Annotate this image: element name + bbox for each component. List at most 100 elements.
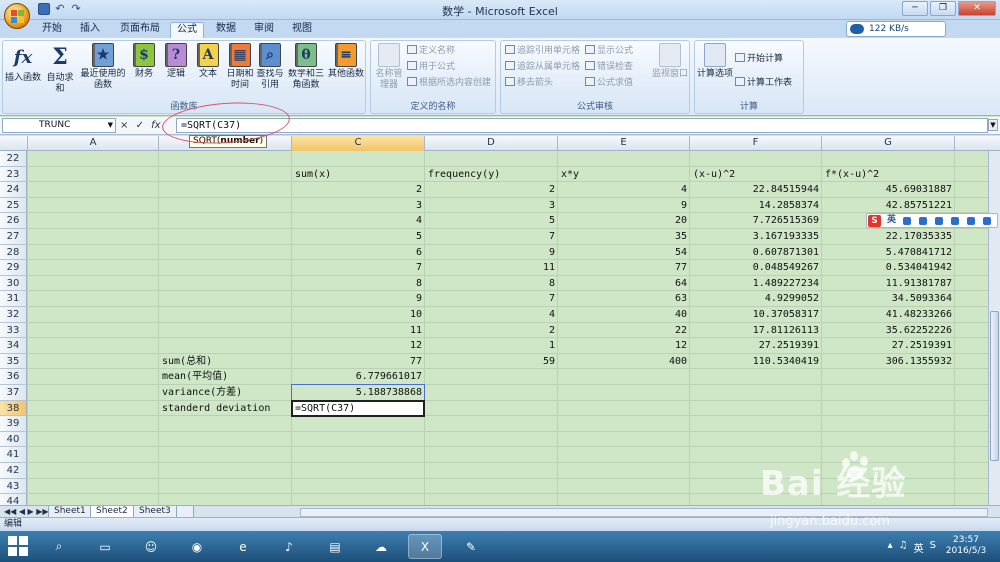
header-cell-g[interactable]: f*(x-u)^2 (822, 167, 955, 182)
network-speed-widget[interactable]: 122 KB/s (846, 21, 946, 37)
autosum-button[interactable]: Σ 自动求和 (43, 43, 77, 95)
data-cell-f26[interactable]: 7.726515369 (690, 213, 822, 228)
remove-arrows-item[interactable]: 移去箭头 (505, 77, 553, 89)
tray-network-icon[interactable]: ▴ (888, 540, 893, 555)
financial-button[interactable]: $ 财务 (129, 43, 159, 80)
data-cell-c25[interactable]: 3 (292, 198, 425, 213)
data-cell-c29[interactable]: 7 (292, 260, 425, 275)
data-cell-d27[interactable]: 7 (425, 229, 558, 244)
column-header-a[interactable]: A (28, 136, 159, 151)
data-cell-c31[interactable]: 9 (292, 291, 425, 306)
data-cell-e35[interactable]: 400 (558, 354, 690, 369)
data-cell-d25[interactable]: 3 (425, 198, 558, 213)
column-header-g[interactable]: G (822, 136, 955, 151)
tab-home[interactable]: 开始 (36, 22, 68, 38)
data-cell-f31[interactable]: 4.9299052 (690, 291, 822, 306)
watch-window-button[interactable]: 监视窗口 (651, 43, 689, 80)
name-box[interactable]: TRUNC ▼ (2, 118, 116, 133)
data-cell-e25[interactable]: 9 (558, 198, 690, 213)
data-cell-c30[interactable]: 8 (292, 276, 425, 291)
tray-volume-icon[interactable]: ♫ (899, 540, 908, 555)
data-cell-g29[interactable]: 0.534041942 (822, 260, 955, 275)
data-cell-d31[interactable]: 7 (425, 291, 558, 306)
chevron-down-icon[interactable]: ▼ (108, 119, 113, 132)
trace-dependents-item[interactable]: 追踪从属单元格 (505, 61, 580, 73)
formula-input[interactable]: =SQRT(C37) (176, 118, 988, 133)
data-cell-g33[interactable]: 35.62252226 (822, 323, 955, 338)
data-cell-g25[interactable]: 42.85751221 (822, 198, 955, 213)
vertical-scroll-thumb[interactable] (990, 311, 999, 461)
data-cell-d32[interactable]: 4 (425, 307, 558, 322)
tab-formulas[interactable]: 公式 (170, 22, 204, 38)
sheet-nav-arrows-icon[interactable]: ◀◀ ◀ ▶ ▶▶ (4, 506, 49, 517)
calculate-now-item[interactable]: 开始计算 (735, 53, 783, 65)
data-cell-c26[interactable]: 4 (292, 213, 425, 228)
row-header-25[interactable]: 25 (0, 197, 27, 214)
lookup-reference-button[interactable]: ⌕ 查找与引用 (255, 43, 285, 91)
date-time-button[interactable]: ▦ 日期和时间 (225, 43, 255, 91)
office-button[interactable] (4, 3, 30, 29)
data-cell-g27[interactable]: 22.17035335 (822, 229, 955, 244)
data-cell-f28[interactable]: 0.607871301 (690, 245, 822, 260)
taskbar-excel-icon[interactable]: X (408, 534, 442, 559)
row-header-26[interactable]: 26 (0, 213, 27, 229)
taskbar-qq-icon[interactable]: ☺ (134, 534, 168, 559)
data-cell-f32[interactable]: 10.37058317 (690, 307, 822, 322)
row-header-40[interactable]: 40 (0, 431, 27, 448)
taskbar-folder-icon[interactable]: ▭ (88, 534, 122, 559)
data-cell-g30[interactable]: 11.91381787 (822, 276, 955, 291)
tab-insert[interactable]: 插入 (74, 22, 106, 38)
taskbar-mic-icon[interactable]: ♪ (272, 534, 306, 559)
data-cell-e28[interactable]: 54 (558, 245, 690, 260)
taskbar-notes-icon[interactable]: ▤ (318, 534, 352, 559)
header-cell-d[interactable]: frequency(y) (425, 167, 558, 182)
taskbar-cloud-icon[interactable]: ☁ (364, 534, 398, 559)
calculation-options-button[interactable]: 计算选项 (697, 43, 733, 80)
horizontal-scrollbar[interactable] (300, 508, 988, 517)
wrench-icon[interactable] (983, 217, 991, 225)
column-header-d[interactable]: D (425, 136, 558, 151)
label-sum[interactable]: sum(总和) (159, 354, 292, 369)
data-cell-c32[interactable]: 10 (292, 307, 425, 322)
data-cell-f34[interactable]: 27.2519391 (690, 338, 822, 353)
row-header-33[interactable]: 33 (0, 322, 27, 339)
trace-precedents-item[interactable]: 追踪引用单元格 (505, 45, 580, 57)
more-functions-button[interactable]: ≡ 其他函数 (327, 43, 365, 80)
row-header-41[interactable]: 41 (0, 447, 27, 463)
close-button[interactable]: ✕ (958, 1, 996, 16)
row-header-22[interactable]: 22 (0, 151, 27, 167)
tab-review[interactable]: 审阅 (248, 22, 280, 38)
data-cell-g28[interactable]: 5.470841712 (822, 245, 955, 260)
data-cell-f30[interactable]: 1.489227234 (690, 276, 822, 291)
tray-sogou-icon[interactable]: S (930, 540, 936, 555)
data-cell-g24[interactable]: 45.69031887 (822, 182, 955, 197)
keyboard-icon[interactable] (935, 217, 943, 225)
row-header-38[interactable]: 38 (0, 400, 27, 417)
row-header-39[interactable]: 39 (0, 416, 27, 432)
data-cell-f27[interactable]: 3.167193335 (690, 229, 822, 244)
taskbar-clock[interactable]: 23:57 2016/5/3 (938, 535, 994, 557)
math-trig-button[interactable]: θ 数学和三角函数 (287, 43, 325, 91)
tab-page-layout[interactable]: 页面布局 (114, 22, 166, 38)
data-cell-e32[interactable]: 40 (558, 307, 690, 322)
row-header-23[interactable]: 23 (0, 166, 27, 183)
data-cell-f35[interactable]: 110.5340419 (690, 354, 822, 369)
data-cell-g34[interactable]: 27.2519391 (822, 338, 955, 353)
tab-view[interactable]: 视图 (286, 22, 318, 38)
column-header-h[interactable] (955, 136, 988, 151)
select-all-corner[interactable] (0, 136, 28, 151)
row-header-24[interactable]: 24 (0, 182, 27, 198)
punctuation-icon[interactable] (919, 217, 927, 225)
row-header-32[interactable]: 32 (0, 307, 27, 323)
mean-value-cell[interactable]: 6.779661017 (292, 369, 425, 384)
data-cell-f33[interactable]: 17.81126113 (690, 323, 822, 338)
data-cell-f25[interactable]: 14.2858374 (690, 198, 822, 213)
enter-icon[interactable]: ✓ (136, 120, 144, 131)
row-header-27[interactable]: 27 (0, 229, 27, 245)
label-mean[interactable]: mean(平均值) (159, 369, 292, 384)
data-cell-f29[interactable]: 0.048549267 (690, 260, 822, 275)
worksheet-grid[interactable]: 22 23 24 25 26 27 28 29 30 31 32 33 34 35 36 37 38 39 40 41… (0, 151, 988, 505)
column-header-f[interactable]: F (690, 136, 822, 151)
windows-start-icon[interactable] (8, 536, 28, 556)
user-icon[interactable] (951, 217, 959, 225)
